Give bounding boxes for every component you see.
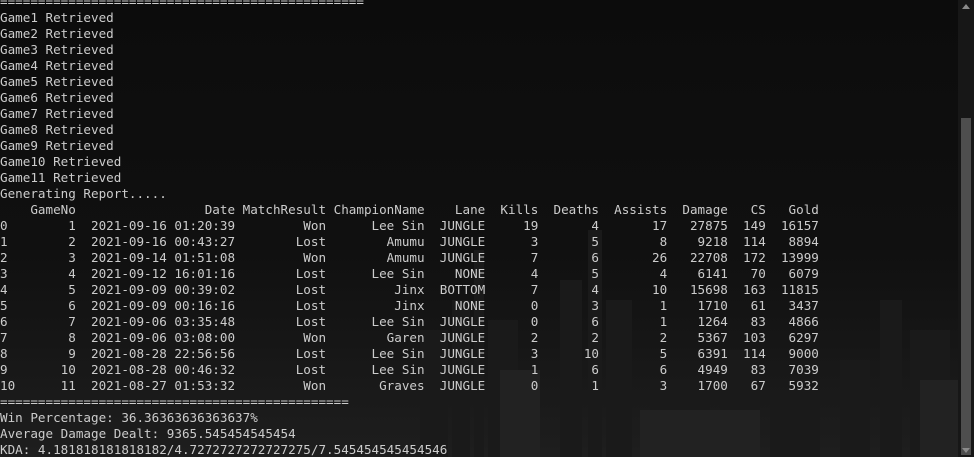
scroll-down-arrow-icon[interactable]	[962, 448, 970, 453]
retrieved-list: Game1 Retrieved Game2 Retrieved Game3 Retr…	[0, 10, 958, 186]
scrollbar-thumb[interactable]	[961, 118, 971, 455]
table-row: 10 11 2021-08-27 01:53:32 Won Graves JUN…	[0, 378, 819, 393]
kda-line: KDA: 4.181818181818182/4.727272727272727…	[0, 442, 448, 457]
table-row: 5 6 2021-09-09 00:16:16 Lost Jinx NONE 0…	[0, 298, 819, 313]
table-row: 8 9 2021-08-28 22:56:56 Lost Lee Sin JUN…	[0, 346, 819, 361]
table-row: 2 3 2021-09-14 01:51:08 Won Amumu JUNGLE…	[0, 250, 819, 265]
table-row: 9 10 2021-08-28 00:46:32 Lost Lee Sin JU…	[0, 362, 819, 377]
retrieved-line: Game7 Retrieved	[0, 106, 114, 121]
retrieved-line: Game1 Retrieved	[0, 10, 114, 25]
table-row: 4 5 2021-09-09 00:39:02 Lost Jinx BOTTOM…	[0, 282, 819, 297]
retrieved-line: Game4 Retrieved	[0, 58, 114, 73]
table-body: 0 1 2021-09-16 01:20:39 Won Lee Sin JUNG…	[0, 218, 958, 394]
retrieved-line: Game5 Retrieved	[0, 74, 114, 89]
generating-report-line: Generating Report.....	[0, 186, 167, 201]
retrieved-line: Game6 Retrieved	[0, 90, 114, 105]
table-row: 3 4 2021-09-12 16:01:16 Lost Lee Sin NON…	[0, 266, 819, 281]
vertical-scrollbar[interactable]	[958, 0, 974, 457]
scroll-up-arrow-icon[interactable]	[962, 4, 970, 9]
table-row: 0 1 2021-09-16 01:20:39 Won Lee Sin JUNG…	[0, 218, 819, 233]
table-row: 1 2 2021-09-16 00:43:27 Lost Amumu JUNGL…	[0, 234, 819, 249]
table-header: GameNo Date MatchResult ChampionName Lan…	[0, 202, 819, 217]
retrieved-line: Game2 Retrieved	[0, 26, 114, 41]
table-row: 6 7 2021-09-06 03:35:48 Lost Lee Sin JUN…	[0, 314, 819, 329]
table-row: 7 8 2021-09-06 03:08:00 Won Garen JUNGLE…	[0, 330, 819, 345]
average-damage-line: Average Damage Dealt: 9365.545454545454	[0, 426, 296, 441]
win-percentage-line: Win Percentage: 36.36363636363637%	[0, 410, 258, 425]
separator-line-bottom: ========================================…	[0, 394, 349, 409]
retrieved-line: Game9 Retrieved	[0, 138, 114, 153]
retrieved-line: Game8 Retrieved	[0, 122, 114, 137]
retrieved-line: Game11 Retrieved	[0, 170, 122, 185]
retrieved-line: Game10 Retrieved	[0, 154, 122, 169]
separator-line-top: ========================================…	[0, 0, 364, 9]
retrieved-line: Game3 Retrieved	[0, 42, 114, 57]
console-output: ========================================…	[0, 0, 958, 457]
